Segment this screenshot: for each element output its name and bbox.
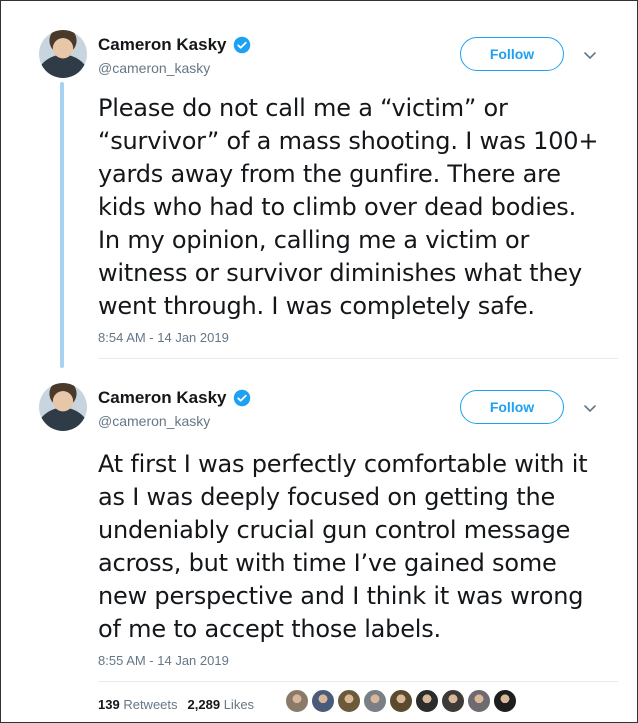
- author-handle[interactable]: @cameron_kasky: [98, 60, 210, 76]
- verified-badge-icon: [233, 389, 250, 407]
- follow-button[interactable]: Follow: [460, 37, 564, 71]
- divider: [98, 681, 618, 682]
- chevron-down-icon[interactable]: [582, 47, 598, 63]
- author-name-row[interactable]: Cameron Kasky: [98, 388, 251, 408]
- liker-avatars: [285, 689, 517, 713]
- likes-stat[interactable]: 2,289 Likes: [188, 697, 255, 712]
- retweets-count: 139: [98, 697, 120, 712]
- author-name-row[interactable]: Cameron Kasky: [98, 35, 251, 55]
- author-handle[interactable]: @cameron_kasky: [98, 413, 210, 429]
- tweet-timestamp[interactable]: 8:54 AM - 14 Jan 2019: [98, 330, 229, 345]
- tweet-text: Please do not call me a “victim” or “sur…: [98, 94, 599, 320]
- retweets-label: Retweets: [123, 697, 178, 712]
- avatar[interactable]: [39, 30, 87, 78]
- tweet-timestamp[interactable]: 8:55 AM - 14 Jan 2019: [98, 653, 229, 668]
- divider: [98, 358, 618, 359]
- tweet-text: At first I was perfectly comfortable wit…: [98, 450, 588, 643]
- liker-avatar[interactable]: [363, 689, 387, 713]
- liker-avatar[interactable]: [285, 689, 309, 713]
- liker-avatar[interactable]: [389, 689, 413, 713]
- avatar[interactable]: [39, 383, 87, 431]
- retweets-stat[interactable]: 139 Retweets: [98, 697, 178, 712]
- chevron-down-icon[interactable]: [582, 400, 598, 416]
- author-name[interactable]: Cameron Kasky: [98, 388, 227, 408]
- thread-connector-line: [60, 82, 64, 368]
- follow-button[interactable]: Follow: [460, 390, 564, 424]
- likes-count: 2,289: [187, 697, 221, 712]
- liker-avatar[interactable]: [415, 689, 439, 713]
- verified-badge-icon: [233, 36, 250, 54]
- liker-avatar[interactable]: [337, 689, 361, 713]
- liker-avatar[interactable]: [441, 689, 465, 713]
- liker-avatar[interactable]: [467, 689, 491, 713]
- likes-label: Likes: [223, 697, 255, 712]
- author-name[interactable]: Cameron Kasky: [98, 35, 227, 55]
- liker-avatar[interactable]: [493, 689, 517, 713]
- liker-avatar[interactable]: [311, 689, 335, 713]
- engagement-stats: 139 Retweets 2,289 Likes: [98, 697, 254, 712]
